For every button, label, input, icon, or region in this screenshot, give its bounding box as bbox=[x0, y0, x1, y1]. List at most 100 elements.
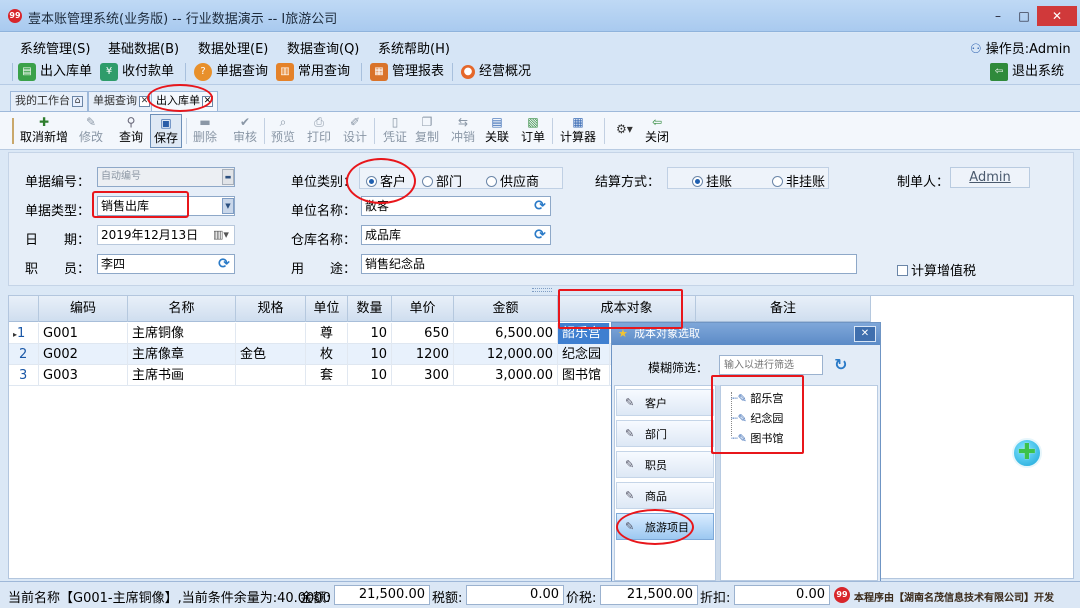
design-button[interactable]: ✐ 设计 bbox=[340, 114, 370, 148]
col-code[interactable]: 编码 bbox=[39, 296, 128, 322]
copy-button[interactable]: ❐ 复制 bbox=[412, 114, 442, 148]
cell-unit[interactable]: 枚 bbox=[306, 344, 348, 365]
col-name[interactable]: 名称 bbox=[128, 296, 236, 322]
radio-department[interactable]: 部门 bbox=[422, 171, 462, 190]
cell-cost-object[interactable]: 图书馆 bbox=[558, 365, 610, 386]
audit-button[interactable]: ✔ 审核 bbox=[230, 114, 260, 148]
col-price[interactable]: 单价 bbox=[392, 296, 454, 322]
col-spec[interactable]: 规格 bbox=[236, 296, 306, 322]
cancel-new-button[interactable]: ✚ 取消新增 bbox=[18, 114, 70, 148]
doc-type-select[interactable]: 销售出库 bbox=[97, 196, 235, 216]
close-window-button[interactable]: ✕ bbox=[1037, 6, 1077, 26]
business-overview-button[interactable]: ● 经营概况 bbox=[461, 62, 531, 82]
tab-inout-doc[interactable]: 出入库单 ✕ bbox=[151, 91, 218, 111]
maximize-button[interactable]: □ bbox=[1011, 6, 1037, 26]
inout-doc-button[interactable]: ▤ 出入库单 bbox=[18, 62, 92, 82]
add-row-button[interactable]: ✚ bbox=[1012, 438, 1042, 468]
menu-basic-data[interactable]: 基础数据(B) bbox=[108, 38, 179, 57]
radio-not-on-account[interactable]: 非挂账 bbox=[772, 171, 825, 190]
refresh-icon[interactable]: ⟳ bbox=[532, 198, 548, 214]
cell-cost-object[interactable]: 纪念园 bbox=[558, 344, 610, 365]
doc-query-button[interactable]: ? 单据查询 bbox=[194, 62, 268, 82]
cell-qty[interactable]: 10 bbox=[348, 365, 392, 386]
calculator-button[interactable]: ▦ 计算器 bbox=[558, 114, 598, 148]
tab-doc-query[interactable]: 单据查询 ✕ bbox=[88, 91, 155, 111]
category-customer[interactable]: ✎ 客户 bbox=[616, 389, 714, 416]
cell-qty[interactable]: 10 bbox=[348, 344, 392, 365]
menu-data-processing[interactable]: 数据处理(E) bbox=[198, 38, 268, 57]
minimize-button[interactable]: – bbox=[985, 6, 1011, 26]
vat-checkbox[interactable]: 计算增值税 bbox=[897, 260, 976, 279]
cell-name[interactable]: 主席像章 bbox=[128, 344, 236, 365]
cell-name[interactable]: 主席铜像 bbox=[128, 323, 236, 344]
cell-qty[interactable]: 10 bbox=[348, 323, 392, 344]
cell-spec[interactable] bbox=[236, 365, 306, 386]
purpose-field[interactable]: 销售纪念品 bbox=[361, 254, 857, 274]
refresh-icon[interactable]: ⟳ bbox=[216, 256, 232, 272]
query-button[interactable]: ⚲ 查询 bbox=[116, 114, 146, 148]
cell-price[interactable]: 300 bbox=[392, 365, 454, 386]
voucher-button[interactable]: ▯ 凭证 bbox=[380, 114, 410, 148]
link-button[interactable]: ▤ 关联 bbox=[482, 114, 512, 148]
category-department[interactable]: ✎ 部门 bbox=[616, 420, 714, 447]
tree-item[interactable]: ┈✎ 纪念园 bbox=[731, 410, 783, 426]
order-button[interactable]: ▧ 订单 bbox=[518, 114, 548, 148]
radio-on-account[interactable]: 挂账 bbox=[692, 171, 732, 190]
cell-spec[interactable]: 金色 bbox=[236, 344, 306, 365]
col-note[interactable]: 备注 bbox=[696, 296, 871, 322]
cell-price[interactable]: 650 bbox=[392, 323, 454, 344]
radio-customer[interactable]: 客户 bbox=[366, 171, 406, 190]
menu-help[interactable]: 系统帮助(H) bbox=[378, 38, 450, 57]
unit-name-field[interactable]: 散客 bbox=[361, 196, 551, 216]
cell-code[interactable]: G002 bbox=[39, 344, 128, 365]
col-qty[interactable]: 数量 bbox=[348, 296, 392, 322]
chevron-down-icon[interactable]: ▼ bbox=[222, 198, 234, 214]
payment-doc-button[interactable]: ¥ 收付款单 bbox=[100, 62, 174, 82]
close-tab-icon[interactable]: ✕ bbox=[139, 95, 150, 107]
staff-field[interactable]: 李四 bbox=[97, 254, 235, 274]
preview-button[interactable]: ⌕ 预览 bbox=[268, 114, 298, 148]
inout-doc-icon: ▤ bbox=[18, 62, 36, 81]
reverse-button[interactable]: ⇆ 冲销 bbox=[448, 114, 478, 148]
cell-amount[interactable]: 6,500.00 bbox=[454, 323, 558, 344]
col-unit[interactable]: 单位 bbox=[306, 296, 348, 322]
close-doc-button[interactable]: ⇦ 关闭 bbox=[642, 114, 672, 148]
col-amount[interactable]: 金额 bbox=[454, 296, 558, 322]
menu-system[interactable]: 系统管理(S) bbox=[20, 38, 90, 57]
cell-amount[interactable]: 3,000.00 bbox=[454, 365, 558, 386]
mgmt-report-button[interactable]: ▦ 管理报表 bbox=[370, 62, 444, 82]
filter-input[interactable] bbox=[719, 355, 823, 375]
cell-name[interactable]: 主席书画 bbox=[128, 365, 236, 386]
tree-item[interactable]: ┈✎ 韶乐宫 bbox=[731, 390, 783, 406]
radio-supplier[interactable]: 供应商 bbox=[486, 171, 539, 190]
col-cost-object[interactable]: 成本对象 bbox=[558, 296, 696, 322]
options-dropdown-button[interactable]: ⚙▾ bbox=[610, 114, 638, 148]
exit-system-button[interactable]: ⇦ 退出系统 bbox=[990, 62, 1064, 82]
save-button[interactable]: ▣ 保存 bbox=[150, 114, 182, 148]
cell-price[interactable]: 1200 bbox=[392, 344, 454, 365]
cell-spec[interactable] bbox=[236, 323, 306, 344]
dialog-close-button[interactable]: ✕ bbox=[854, 326, 876, 342]
category-travel-project[interactable]: ✎ 旅游项目 bbox=[616, 513, 714, 540]
edit-button[interactable]: ✎ 修改 bbox=[76, 114, 106, 148]
tree-item[interactable]: ┈✎ 图书馆 bbox=[731, 430, 783, 446]
calendar-dropdown-icon[interactable]: ▥▾ bbox=[213, 227, 233, 243]
refresh-icon[interactable]: ↻ bbox=[834, 356, 852, 374]
refresh-icon[interactable]: ⟳ bbox=[532, 227, 548, 243]
cell-unit[interactable]: 尊 bbox=[306, 323, 348, 344]
warehouse-field[interactable]: 成品库 bbox=[361, 225, 551, 245]
cell-unit[interactable]: 套 bbox=[306, 365, 348, 386]
category-product[interactable]: ✎ 商品 bbox=[616, 482, 714, 509]
menu-data-query[interactable]: 数据查询(Q) bbox=[287, 38, 359, 57]
tab-workbench[interactable]: 我的工作台 ⌂ bbox=[10, 91, 88, 111]
splitter-handle[interactable] bbox=[532, 288, 552, 292]
close-tab-icon[interactable]: ✕ bbox=[202, 95, 213, 107]
cell-cost-object[interactable]: 韶乐宫 bbox=[558, 323, 610, 344]
common-query-button[interactable]: ▥ 常用查询 bbox=[276, 62, 350, 82]
category-staff[interactable]: ✎ 职员 bbox=[616, 451, 714, 478]
cell-code[interactable]: G003 bbox=[39, 365, 128, 386]
delete-button[interactable]: ▬ 删除 bbox=[190, 114, 220, 148]
cell-amount[interactable]: 12,000.00 bbox=[454, 344, 558, 365]
print-button[interactable]: ⎙ 打印 bbox=[304, 114, 334, 148]
cell-code[interactable]: G001 bbox=[39, 323, 128, 344]
